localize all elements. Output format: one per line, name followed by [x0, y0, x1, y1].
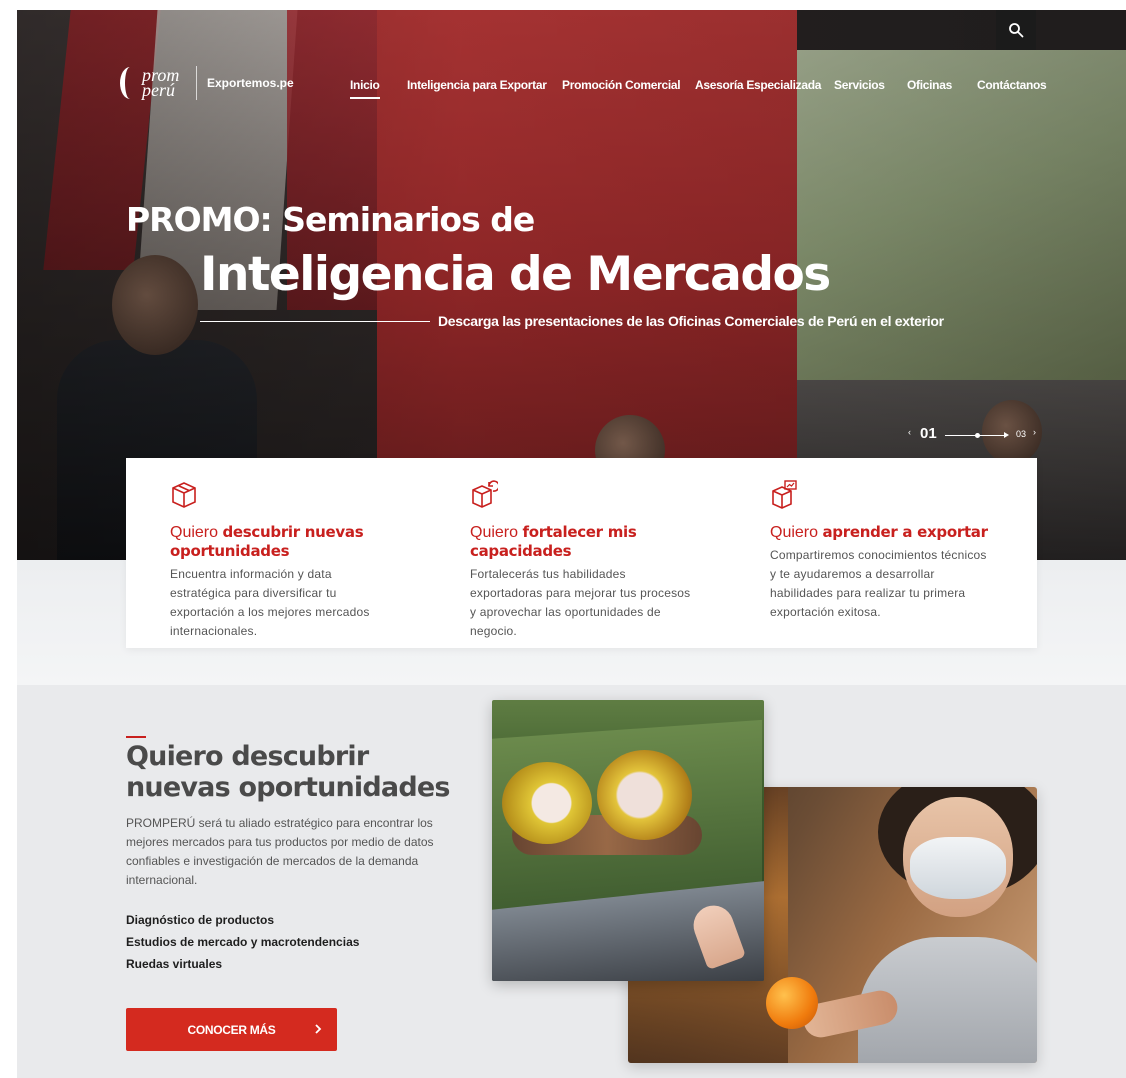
- card-title: Quiero aprender a exportar: [770, 523, 990, 542]
- photo-detail: [910, 837, 1006, 899]
- photo-detail: [597, 750, 692, 840]
- list-item: Estudios de mercado y macrotendencias: [126, 935, 360, 949]
- nav-item-oficinas[interactable]: Oficinas: [907, 78, 952, 92]
- card-title-lead: Quiero: [170, 524, 223, 541]
- option-card-fortalecer[interactable]: Quiero fortalecer mis capacidades Fortal…: [426, 480, 690, 641]
- box-presentation-icon: [772, 480, 797, 509]
- pager-arrow-icon: [1004, 432, 1009, 438]
- nav-item-asesoria[interactable]: Asesoría Especializada: [695, 78, 821, 92]
- card-title: Quiero descubrir nuevas oportunidades: [170, 523, 390, 561]
- card-title: Quiero fortalecer mis capacidades: [470, 523, 690, 561]
- card-title-bold: aprender a exportar: [822, 523, 988, 541]
- nav-item-servicios[interactable]: Servicios: [834, 78, 885, 92]
- card-description: Compartiremos conocimientos técnicos y t…: [770, 548, 987, 619]
- hero-title: Inteligencia de Mercados: [200, 247, 831, 302]
- main-nav: Inicio Inteligencia para Exportar Promoc…: [0, 78, 1126, 99]
- photo-cacao-laptop: [492, 700, 764, 981]
- search-button[interactable]: [996, 10, 1036, 50]
- box-refresh-icon: [472, 480, 500, 508]
- pager-dot: [975, 433, 980, 438]
- title-accent: [126, 736, 146, 738]
- page: prom perú Exportemos.pe Inicio Inteligen…: [0, 0, 1126, 1078]
- photo-detail: [766, 977, 818, 1029]
- nav-item-promocion[interactable]: Promoción Comercial: [562, 78, 681, 92]
- pager-total: 03: [1016, 429, 1027, 439]
- nav-item-contactanos[interactable]: Contáctanos: [977, 78, 1047, 92]
- pager-next-button[interactable]: ›: [1033, 427, 1036, 437]
- hero-title: PROMO: Seminarios de: [126, 200, 535, 239]
- nav-item-inteligencia[interactable]: Inteligencia para Exportar: [407, 78, 547, 92]
- option-cards: Quiero descubrir nuevas oportunidades En…: [126, 458, 1037, 648]
- card-title-lead: Quiero: [770, 524, 823, 541]
- section-title: Quiero descubrir nuevas oportunidades: [126, 741, 450, 803]
- option-card-descubrir[interactable]: Quiero descubrir nuevas oportunidades En…: [126, 480, 369, 641]
- list-item: Ruedas virtuales: [126, 957, 223, 971]
- pager-prev-button[interactable]: ‹: [908, 427, 911, 437]
- pager-current: 01: [920, 425, 937, 442]
- section-description: PROMPERÚ será tu aliado estratégico para…: [126, 816, 434, 887]
- chevron-right-icon: [315, 1024, 322, 1034]
- card-description: Fortalecerás tus habilidades exportadora…: [470, 567, 691, 638]
- nav-item-inicio[interactable]: Inicio: [350, 78, 380, 99]
- search-icon: [1009, 23, 1024, 38]
- photo-detail: [502, 762, 592, 844]
- hero-subtitle[interactable]: Descarga las presentaciones de las Ofici…: [438, 313, 944, 329]
- list-item: Diagnóstico de productos: [126, 913, 275, 927]
- button-label: CONOCER MÁS: [187, 1022, 276, 1037]
- box-icon: [172, 482, 196, 508]
- service-list: Diagnóstico de productos Estudios de mer…: [126, 909, 359, 975]
- card-description: Encuentra información y data estratégica…: [170, 567, 370, 638]
- conocer-mas-button[interactable]: CONOCER MÁS: [126, 1008, 337, 1051]
- hero-divider: [200, 321, 430, 322]
- card-title-lead: Quiero: [470, 524, 523, 541]
- option-card-aprender[interactable]: Quiero aprender a exportar Compartiremos…: [726, 480, 988, 622]
- slider-pager: ‹ 01 03 ›: [908, 425, 1048, 445]
